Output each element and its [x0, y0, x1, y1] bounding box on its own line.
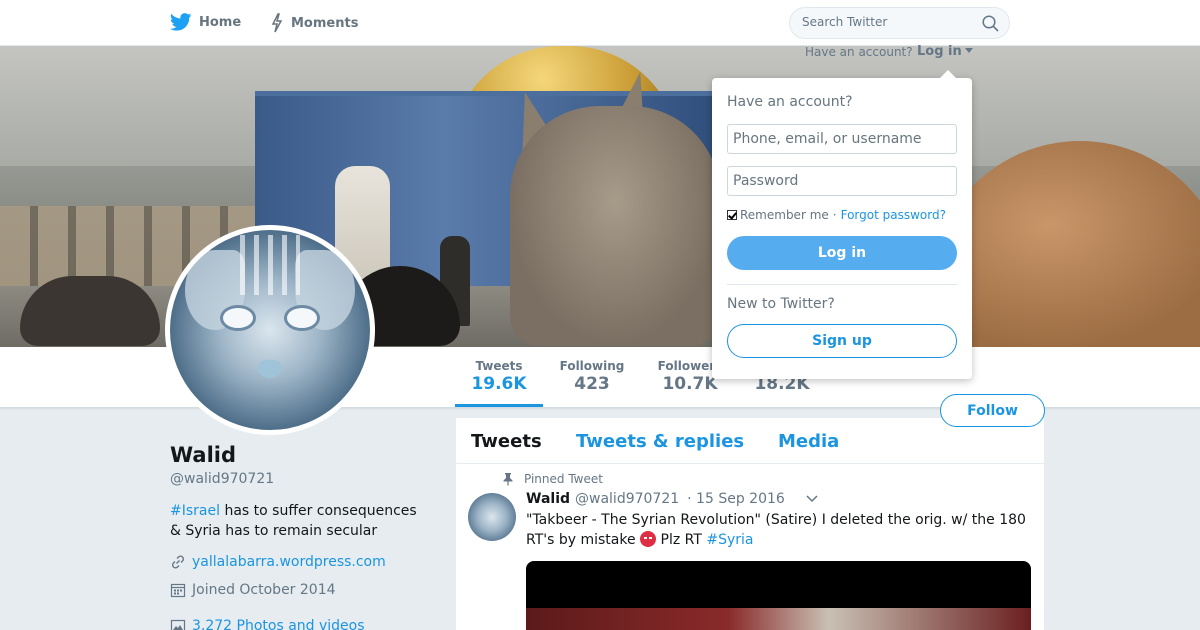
timeline: Tweets Tweets & replies Media Pinned Twe… [456, 418, 1044, 630]
stat-following-value: 423 [574, 374, 610, 394]
profile-url-row: yallalabarra.wordpress.com [170, 554, 386, 570]
login-dropdown-title: Have an account? [727, 94, 853, 110]
nav-moments[interactable]: Moments [270, 13, 358, 33]
active-stat-indicator [455, 404, 543, 407]
nav-home-label: Home [199, 14, 242, 30]
nav-home[interactable]: Home [170, 13, 241, 31]
profile-url-link[interactable]: yallalabarra.wordpress.com [192, 554, 386, 570]
tweet-author-handle[interactable]: @walid970721 [575, 491, 679, 507]
login-caption: Have an account? [805, 45, 913, 59]
follow-button[interactable]: Follow [940, 394, 1045, 427]
remember-separator: · [832, 208, 837, 222]
profile-joined-text: Joined October 2014 [192, 582, 336, 598]
banner-cat [510, 106, 720, 346]
login-dropdown: Have an account? Remember me · Forgot pa… [712, 70, 972, 379]
angry-face-emoji [640, 531, 657, 547]
tweet-video-frame [526, 608, 1031, 630]
remember-me-checkbox[interactable] [727, 210, 737, 220]
pinned-tweet-text: Pinned Tweet [524, 472, 603, 486]
tweet-avatar[interactable] [468, 493, 516, 541]
tab-media[interactable]: Media [778, 431, 839, 452]
link-icon [171, 555, 185, 569]
avatar-nose [258, 360, 282, 378]
login-toggle-label: Log in [917, 44, 962, 59]
nav-moments-label: Moments [291, 15, 359, 31]
profile-bio: #Israel has to suffer consequences & Syr… [170, 501, 430, 541]
photo-icon [170, 619, 186, 630]
chevron-down-icon[interactable] [805, 494, 819, 504]
avatar-stripes [240, 235, 300, 295]
tweet-text-main: "Takbeer - The Syrian Revolution" (Satir… [526, 512, 1026, 548]
search-icon[interactable] [982, 15, 999, 32]
login-dropdown-divider [727, 284, 957, 285]
banner-left-cat [20, 276, 160, 346]
stat-tweets[interactable]: Tweets 19.6K [470, 359, 528, 394]
tweet-hashtag-link[interactable]: #Syria [706, 532, 753, 548]
tab-tweets-and-replies[interactable]: Tweets & replies [576, 431, 744, 452]
new-to-twitter-text: New to Twitter? [727, 296, 835, 312]
bird-icon [170, 13, 192, 31]
profile-name[interactable]: Walid [170, 443, 236, 467]
avatar-eye-left [220, 305, 256, 331]
avatar-eye-right [284, 305, 320, 331]
profile-photos-link[interactable]: 3,272 Photos and videos [192, 618, 365, 630]
search-box[interactable] [789, 7, 1010, 39]
tweet-header: Walid @walid970721 · 15 Sep 2016 [526, 491, 819, 507]
tweet-timestamp[interactable]: · 15 Sep 2016 [687, 491, 785, 507]
username-field[interactable] [727, 124, 957, 154]
password-field[interactable] [727, 166, 957, 196]
remember-me-row: Remember me · Forgot password? [727, 208, 946, 222]
stat-following-label: Following [559, 359, 625, 373]
caret-down-icon [964, 48, 973, 53]
profile-avatar[interactable] [165, 225, 375, 435]
search-input[interactable] [802, 15, 972, 29]
tweet-text-after-emoji: Plz RT [656, 532, 707, 548]
login-submit-button[interactable]: Log in [727, 236, 957, 270]
forgot-password-link[interactable]: Forgot password? [841, 208, 946, 222]
bio-hashtag-link[interactable]: #Israel [170, 503, 220, 519]
stat-tweets-label: Tweets [475, 359, 523, 373]
remember-me-label[interactable]: Remember me [740, 208, 829, 222]
calendar-icon [170, 583, 186, 598]
top-navigation-bar: Home Moments [0, 0, 1200, 46]
pinned-tweet-label: Pinned Tweet [502, 472, 603, 486]
profile-joined-row: Joined October 2014 [170, 582, 336, 598]
tweet-video-media[interactable] [526, 561, 1031, 630]
lightning-icon [271, 13, 283, 33]
tweet-text: "Takbeer - The Syrian Revolution" (Satir… [526, 510, 1036, 550]
pin-icon [503, 473, 513, 486]
stat-tweets-value: 19.6K [471, 374, 527, 394]
profile-photos-row: 3,272 Photos and videos [170, 618, 365, 630]
tab-tweets[interactable]: Tweets [471, 431, 542, 452]
profile-handle[interactable]: @walid970721 [170, 471, 274, 487]
signup-button[interactable]: Sign up [727, 324, 957, 358]
login-dropdown-toggle[interactable]: Log in [917, 44, 973, 59]
stat-following[interactable]: Following 423 [557, 359, 627, 394]
tweet-author-name[interactable]: Walid [526, 491, 570, 507]
